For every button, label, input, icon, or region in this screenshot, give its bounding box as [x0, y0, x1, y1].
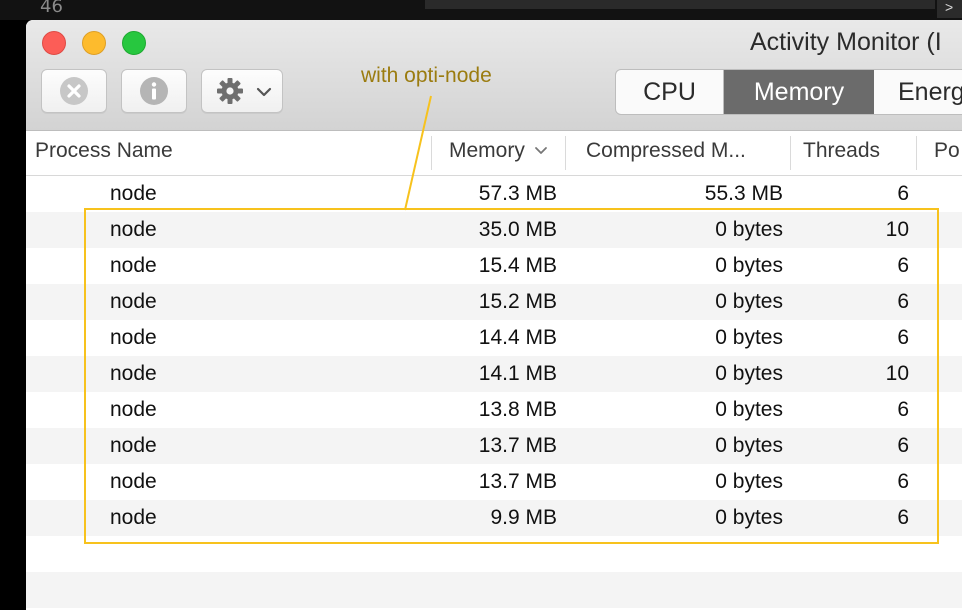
memory-value: 15.2 MB: [478, 290, 557, 313]
compressed-memory-value: 0 bytes: [715, 434, 783, 457]
threads-value: 10: [885, 218, 909, 241]
compressed-memory-value: 55.3 MB: [704, 182, 783, 205]
column-divider[interactable]: [431, 136, 432, 170]
gear-icon: [217, 78, 243, 104]
memory-value: 13.7 MB: [478, 434, 557, 457]
threads-value: 6: [897, 254, 909, 277]
column-header-threads[interactable]: Threads: [803, 131, 880, 175]
info-icon: [140, 77, 168, 105]
process-name: node: [110, 326, 157, 349]
process-table: node 57.3 MB 55.3 MB 6 node 35.0 MB 0 by…: [26, 176, 962, 608]
column-header-process-name[interactable]: Process Name: [35, 131, 173, 175]
background-terminal-number: 46: [40, 0, 63, 17]
close-window-button[interactable]: [42, 31, 66, 55]
process-name: node: [110, 362, 157, 385]
column-divider[interactable]: [790, 136, 791, 170]
column-divider[interactable]: [565, 136, 566, 170]
zoom-window-button[interactable]: [122, 31, 146, 55]
table-row[interactable]: node 9.9 MB 0 bytes 6: [26, 500, 962, 536]
table-row[interactable]: node 57.3 MB 55.3 MB 6: [26, 176, 962, 212]
titlebar: Activity Monitor (I CPU Memory Energ: [26, 20, 962, 131]
x-circle-icon: [60, 77, 88, 105]
process-name: node: [110, 506, 157, 529]
compressed-memory-value: 0 bytes: [715, 326, 783, 349]
memory-value: 13.7 MB: [478, 470, 557, 493]
table-row[interactable]: node 14.1 MB 0 bytes 10: [26, 356, 962, 392]
table-row[interactable]: node 15.2 MB 0 bytes 6: [26, 284, 962, 320]
process-name: node: [110, 398, 157, 421]
threads-value: 6: [897, 398, 909, 421]
inspect-process-button[interactable]: [121, 69, 187, 113]
compressed-memory-value: 0 bytes: [715, 398, 783, 421]
threads-value: 10: [885, 362, 909, 385]
table-row[interactable]: node 13.7 MB 0 bytes 6: [26, 428, 962, 464]
table-row[interactable]: node 14.4 MB 0 bytes 6: [26, 320, 962, 356]
memory-value: 15.4 MB: [478, 254, 557, 277]
tab-cpu[interactable]: CPU: [616, 70, 724, 114]
tab-bar: CPU Memory Energ: [615, 69, 962, 115]
memory-value: 14.4 MB: [478, 326, 557, 349]
process-name: node: [110, 434, 157, 457]
column-header-compressed-memory[interactable]: Compressed M...: [586, 131, 746, 175]
table-row[interactable]: node 35.0 MB 0 bytes 10: [26, 212, 962, 248]
activity-monitor-window: Activity Monitor (I CPU Memory Energ Pro…: [26, 20, 962, 610]
threads-value: 6: [897, 434, 909, 457]
compressed-memory-value: 0 bytes: [715, 218, 783, 241]
minimize-window-button[interactable]: [82, 31, 106, 55]
empty-row: [26, 572, 962, 608]
compressed-memory-value: 0 bytes: [715, 290, 783, 313]
background-bar: [425, 0, 935, 9]
threads-value: 6: [897, 506, 909, 529]
quit-process-button[interactable]: [41, 69, 107, 113]
process-name: node: [110, 182, 157, 205]
threads-value: 6: [897, 182, 909, 205]
column-header-memory[interactable]: Memory: [449, 131, 548, 175]
process-name: node: [110, 218, 157, 241]
annotation-label: with opti-node: [361, 64, 492, 87]
chevron-down-icon: [256, 87, 272, 97]
tab-memory[interactable]: Memory: [724, 70, 874, 114]
process-name: node: [110, 470, 157, 493]
process-name: node: [110, 290, 157, 313]
memory-value: 13.8 MB: [478, 398, 557, 421]
empty-row: [26, 536, 962, 572]
table-row[interactable]: node 13.7 MB 0 bytes 6: [26, 464, 962, 500]
window-title: Activity Monitor (I: [750, 28, 942, 56]
sort-descending-icon: [534, 147, 547, 155]
tab-energy[interactable]: Energ: [874, 70, 962, 114]
table-row[interactable]: node 13.8 MB 0 bytes 6: [26, 392, 962, 428]
compressed-memory-value: 0 bytes: [715, 470, 783, 493]
memory-value: 35.0 MB: [478, 218, 557, 241]
memory-value: 57.3 MB: [478, 182, 557, 205]
background-corner-glyph: >: [937, 0, 962, 18]
threads-value: 6: [897, 290, 909, 313]
column-header-memory-label: Memory: [449, 139, 525, 162]
compressed-memory-value: 0 bytes: [715, 362, 783, 385]
column-header-ports[interactable]: Po: [934, 131, 960, 175]
threads-value: 6: [897, 470, 909, 493]
table-row[interactable]: node 15.4 MB 0 bytes 6: [26, 248, 962, 284]
compressed-memory-value: 0 bytes: [715, 254, 783, 277]
memory-value: 14.1 MB: [478, 362, 557, 385]
process-name: node: [110, 254, 157, 277]
table-header: Process Name Memory Compressed M... Thre…: [26, 131, 962, 176]
memory-value: 9.9 MB: [490, 506, 557, 529]
compressed-memory-value: 0 bytes: [715, 506, 783, 529]
column-divider[interactable]: [916, 136, 917, 170]
action-menu-button[interactable]: [201, 69, 283, 113]
threads-value: 6: [897, 326, 909, 349]
